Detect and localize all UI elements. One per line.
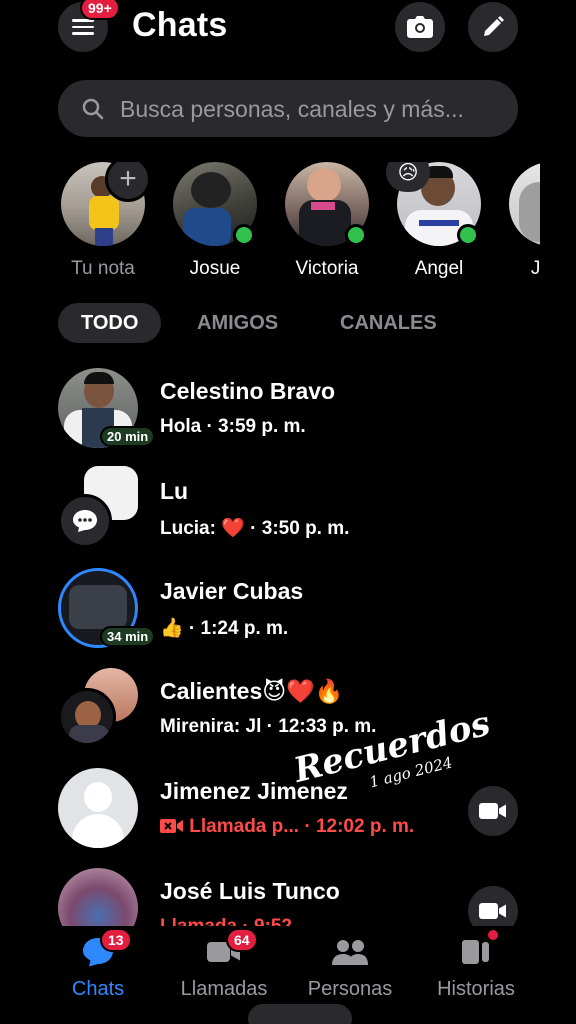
story-label: Tu nota (71, 258, 135, 279)
chat-name: Calientes😈❤️🔥 (160, 678, 344, 704)
nav-llamadas[interactable]: 64 Llamadas (164, 928, 284, 1001)
chat-name: Celestino Bravo (160, 378, 336, 404)
story-tu-nota[interactable]: + Tu nota (53, 162, 153, 280)
chat-name: Javier Cubas (160, 578, 304, 604)
camera-button[interactable] (395, 2, 445, 52)
missed-calls-badge: 64 (226, 928, 258, 952)
group-chat-icon (58, 494, 112, 548)
chat-preview: Lucia: ❤️ · 3:50 p. m. (160, 518, 350, 539)
notification-badge: 99+ (80, 0, 120, 20)
story-label: Angel (414, 258, 464, 279)
story-label: Josue (189, 258, 241, 279)
story-victoria[interactable]: Victoria (277, 162, 377, 280)
hamburger-icon (72, 19, 94, 35)
online-indicator (233, 224, 255, 246)
nav-label: Historias (437, 978, 515, 1000)
chat-preview: Llamada p... · 12:02 p. m. (160, 816, 414, 838)
home-indicator[interactable] (248, 1004, 352, 1024)
chat-row-jose-luis[interactable]: José Luis Tunco Llamada · 9:52 (0, 860, 576, 926)
active-time-badge: 34 min (100, 626, 156, 647)
video-camera-icon (479, 903, 506, 919)
avatar (58, 868, 138, 926)
tab-canales[interactable]: CANALES (340, 303, 437, 343)
nav-personas[interactable]: Personas (290, 934, 410, 1001)
search-icon (82, 98, 104, 120)
chat-preview: Llamada · 9:52 (160, 916, 292, 926)
stories-icon (462, 940, 489, 964)
story-label: Victoria (295, 258, 359, 279)
camera-icon (407, 16, 433, 38)
story-josue[interactable]: Josue (165, 162, 265, 280)
avatar (58, 768, 138, 848)
new-story-dot (488, 930, 498, 940)
video-camera-icon (479, 803, 506, 819)
story-jose[interactable]: Jose (501, 162, 540, 280)
online-indicator (345, 224, 367, 246)
active-time-badge: 20 min (100, 426, 156, 447)
chat-row-lu[interactable]: Lu Lucia: ❤️ · 3:50 p. m. (0, 460, 576, 560)
chat-preview: 👍 · 1:24 p. m. (160, 618, 289, 639)
pencil-icon (484, 16, 504, 36)
story-label: Jose (530, 258, 540, 279)
nav-chats[interactable]: 13 Chats (38, 928, 158, 1001)
chat-preview: Mirenira: Jl · 12:33 p. m. (160, 716, 377, 737)
stories-row: + Tu nota Josue Victoria Angel 😥 J (0, 162, 540, 292)
group-avatar (58, 688, 116, 746)
chat-preview: Hola · 3:59 p. m. (160, 416, 306, 437)
nav-label: Personas (307, 978, 393, 1000)
tab-amigos[interactable]: AMIGOS (197, 303, 278, 343)
nav-historias[interactable]: Historias (416, 930, 536, 1001)
chat-row-jimenez[interactable]: Jimenez Jimenez Llamada p... · 12:02 p. … (0, 760, 576, 860)
page-title: Chats (132, 6, 228, 44)
unread-badge: 13 (100, 928, 132, 952)
chat-name: José Luis Tunco (160, 878, 340, 904)
chat-list: 20 min Celestino Bravo Hola · 3:59 p. m.… (0, 360, 576, 926)
people-icon (332, 940, 368, 965)
nav-label: Chats (71, 978, 125, 1000)
compose-button[interactable] (468, 2, 518, 52)
missed-video-icon (160, 819, 183, 833)
tab-todo[interactable]: TODO (58, 303, 162, 343)
nav-label: Llamadas (180, 978, 268, 1000)
chat-row-javier[interactable]: 34 min Javier Cubas 👍 · 1:24 p. m. (0, 560, 576, 660)
header: 99+ Chats (0, 0, 576, 60)
search-input[interactable] (120, 90, 510, 128)
search-bar[interactable] (58, 80, 518, 137)
video-call-button[interactable] (468, 886, 518, 926)
avatar (509, 162, 540, 246)
video-call-button[interactable] (468, 786, 518, 836)
chat-row-celestino[interactable]: 20 min Celestino Bravo Hola · 3:59 p. m. (0, 360, 576, 460)
chat-name: Lu (160, 478, 189, 504)
online-indicator (457, 224, 479, 246)
